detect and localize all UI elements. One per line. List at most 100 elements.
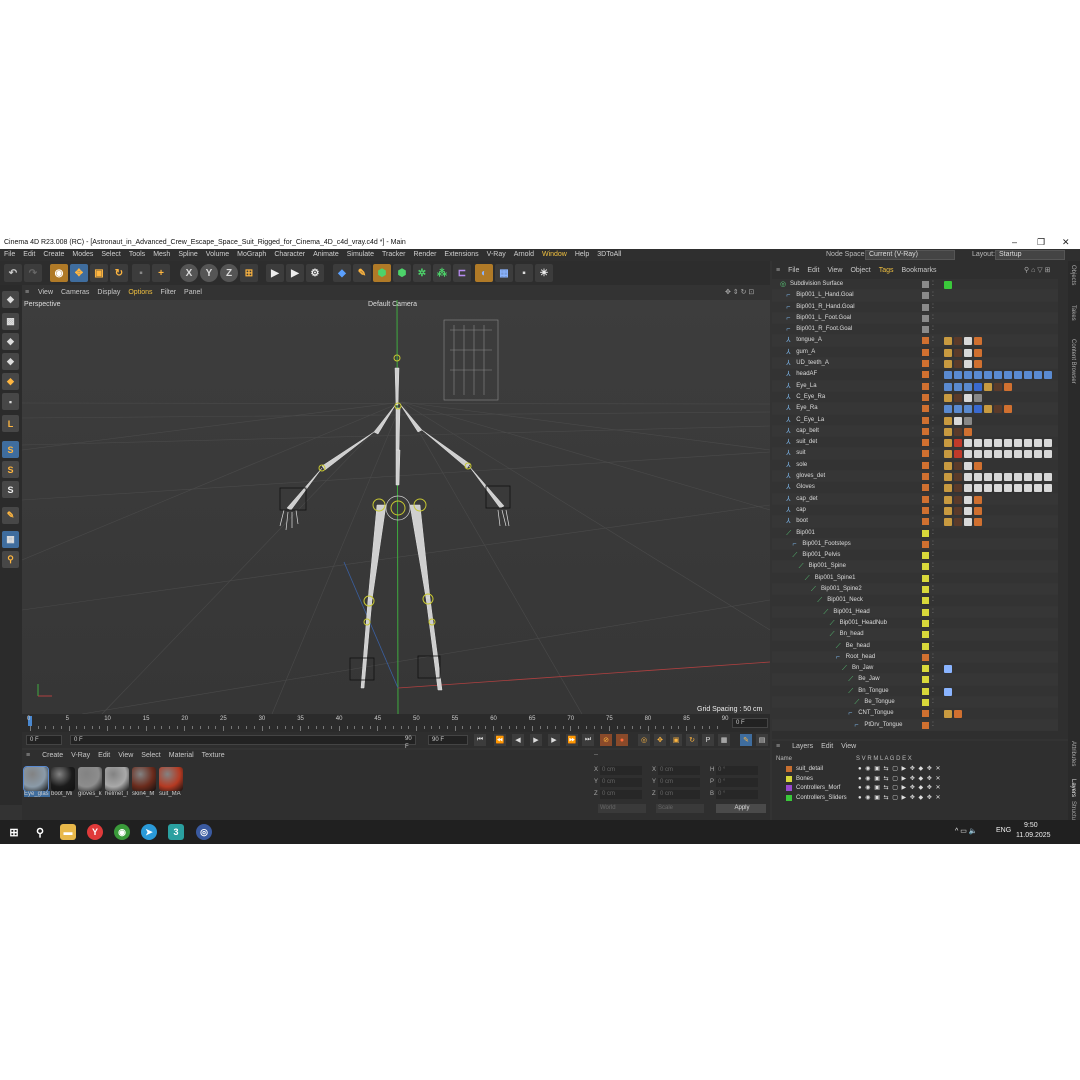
tag-icon[interactable] — [964, 518, 972, 527]
tag-icon[interactable] — [974, 382, 982, 391]
hamburger-icon[interactable]: ≡ — [772, 265, 784, 277]
tag-icon[interactable] — [964, 360, 972, 369]
axis-y-lock[interactable]: Y — [200, 264, 218, 282]
tag-icon[interactable] — [964, 416, 972, 425]
tag-icon[interactable] — [1004, 473, 1012, 482]
key-position-icon[interactable]: ✥ — [654, 734, 666, 746]
tag-icon[interactable] — [964, 439, 972, 448]
menu-tracker[interactable]: Tracker — [378, 249, 409, 261]
viewport-menu-display[interactable]: Display — [93, 287, 124, 299]
tag-icon[interactable] — [954, 518, 962, 527]
material-name[interactable]: helmet_I — [105, 791, 131, 797]
object-name[interactable]: CNT_Tongue — [858, 708, 893, 719]
visibility-dots-icon[interactable]: ⁚ — [932, 563, 936, 570]
menu-character[interactable]: Character — [270, 249, 309, 261]
layer-row[interactable]: suit_detail ● ◉ ▣ ⇆ ▢ ▶ ✥ ◆ ✥ ✕ — [776, 765, 1056, 774]
clock-time[interactable]: 9:50 — [1024, 822, 1038, 829]
tag-icon[interactable] — [974, 461, 982, 470]
tray-icons[interactable]: ^ ▭ 🔈 — [955, 827, 978, 835]
object-name[interactable]: Eye_Ra — [796, 403, 817, 414]
menu-help[interactable]: Help — [571, 249, 593, 261]
render-to-picture-viewer-icon[interactable]: ▶ — [286, 264, 304, 282]
material-swatch[interactable] — [23, 766, 49, 792]
tag-icon[interactable] — [944, 473, 952, 482]
tag-icon[interactable] — [1024, 484, 1032, 493]
object-name[interactable]: cap_det — [796, 494, 817, 505]
layer-color-swatch[interactable] — [922, 382, 929, 390]
layer-color-swatch[interactable] — [922, 348, 929, 356]
layer-menu-edit[interactable]: Edit — [817, 741, 837, 753]
tag-icon[interactable] — [964, 427, 972, 436]
tag-icon[interactable] — [1014, 371, 1022, 380]
object-row[interactable]: ⟋ Bip001_Neck ⁚ — [772, 595, 1058, 607]
object-name[interactable]: UD_teeth_A — [796, 358, 829, 369]
visibility-dots-icon[interactable]: ⁚ — [932, 631, 936, 638]
menu-v-ray[interactable]: V-Ray — [483, 249, 510, 261]
visibility-dots-icon[interactable]: ⁚ — [932, 643, 936, 650]
layer-color-swatch[interactable] — [922, 484, 929, 492]
tag-icon[interactable] — [944, 360, 952, 369]
tag-icon[interactable] — [974, 450, 982, 459]
coord-value-field[interactable]: 0 cm — [600, 766, 642, 775]
tag-icon[interactable] — [944, 439, 952, 448]
add-icon[interactable]: + — [152, 264, 170, 282]
tag-icon[interactable] — [944, 495, 952, 504]
menu-window[interactable]: Window — [538, 249, 571, 261]
tag-icon[interactable] — [954, 450, 962, 459]
layer-color-swatch[interactable] — [786, 785, 792, 791]
object-name[interactable]: suit — [796, 448, 805, 459]
object-row[interactable]: ⟋ Bip001_Pelvis ⁚ — [772, 550, 1058, 562]
coord-value-field[interactable]: 0 cm — [600, 790, 642, 799]
tab-content-browser[interactable]: Content Browser — [1070, 339, 1076, 384]
menu-create[interactable]: Create — [39, 249, 68, 261]
menu-arnold[interactable]: Arnold — [510, 249, 538, 261]
tag-icon[interactable] — [954, 348, 962, 357]
previous-key-icon[interactable]: ⏪ — [494, 734, 506, 746]
tag-icon[interactable] — [954, 484, 962, 493]
key-selection-icon[interactable]: ◎ — [638, 734, 650, 746]
layer-name[interactable]: suit_detail — [796, 765, 823, 774]
object-row[interactable]: ⟋ Bn_Tongue ⁚ — [772, 685, 1058, 697]
key-scale-icon[interactable]: ▣ — [670, 734, 682, 746]
object-manager-tools-icons[interactable]: ⚲ ⌂ ▽ ⊞ — [1024, 265, 1050, 277]
motion-path-icon[interactable]: ✎ — [740, 734, 752, 746]
make-editable-icon[interactable]: ◆ — [2, 291, 19, 308]
tag-icon[interactable] — [954, 427, 962, 436]
deformer-icon[interactable]: ⊏ — [453, 264, 471, 282]
tag-icon[interactable] — [974, 506, 982, 515]
paint-icon[interactable]: ✎ — [2, 507, 19, 524]
tag-icon[interactable] — [954, 461, 962, 470]
object-row[interactable]: ⅄ Gloves ⁚ — [772, 482, 1058, 494]
tag-icon[interactable] — [944, 450, 952, 459]
object-name[interactable]: Bip001_Spine2 — [821, 584, 862, 595]
object-row[interactable]: ⟋ Bip001_HeadNub ⁚ — [772, 617, 1058, 630]
tab-takes[interactable]: Takes — [1070, 305, 1076, 321]
cube-icon[interactable]: ◆ — [333, 264, 351, 282]
tag-icon[interactable] — [1044, 473, 1052, 482]
apply-button[interactable]: Apply — [716, 804, 766, 813]
yandex-browser-icon[interactable]: Y — [87, 824, 103, 840]
visibility-dots-icon[interactable]: ⁚ — [932, 383, 936, 390]
tag-icon[interactable] — [954, 337, 962, 346]
object-row[interactable]: ⌐ Bip001_L_Foot.Goal ⁚ — [772, 312, 1058, 325]
timeline-settings-icon[interactable]: ▤ — [756, 734, 768, 746]
object-row[interactable]: ⅄ suit_det ⁚ — [772, 437, 1058, 449]
visibility-dots-icon[interactable]: ⁚ — [932, 575, 936, 582]
tag-icon[interactable] — [944, 665, 952, 674]
object-row[interactable]: ⌐ PtDrv_Tongue ⁚ — [772, 719, 1058, 731]
object-name[interactable]: tongue_A — [796, 335, 822, 346]
menu-render[interactable]: Render — [409, 249, 440, 261]
hamburger-icon[interactable]: ≡ — [772, 741, 784, 753]
layer-color-swatch[interactable] — [922, 439, 929, 447]
preview-range-end[interactable]: 90 F — [402, 735, 416, 750]
visibility-dots-icon[interactable]: ⁚ — [932, 315, 936, 322]
object-row[interactable]: ⟋ Bip001_Spine1 ⁚ — [772, 572, 1058, 585]
tag-icon[interactable] — [1034, 473, 1042, 482]
tag-icon[interactable] — [1014, 473, 1022, 482]
layer-flag-icons[interactable]: ● ◉ ▣ ⇆ ▢ ▶ ✥ ◆ ✥ ✕ — [858, 784, 942, 793]
object-row[interactable]: ⅄ Eye_Ra ⁚ — [772, 403, 1058, 415]
visibility-dots-icon[interactable]: ⁚ — [932, 349, 936, 356]
cinema4d-taskbar-icon[interactable]: ◎ — [196, 824, 212, 840]
tab-layers[interactable]: Layers — [1070, 779, 1076, 797]
auto-key-icon[interactable]: ● — [616, 734, 628, 746]
